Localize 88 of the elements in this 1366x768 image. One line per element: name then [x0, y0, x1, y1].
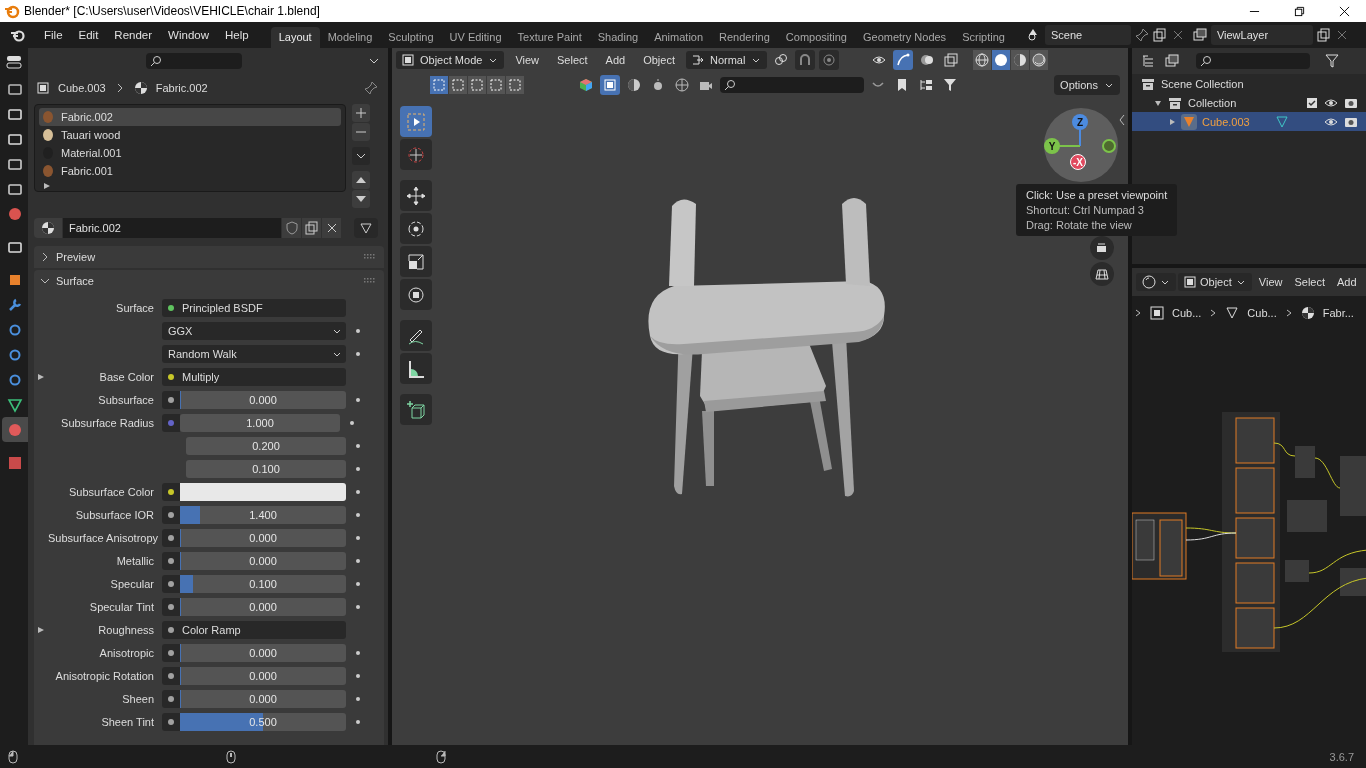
- property-label: Sheen Tint: [100, 715, 155, 728]
- version-label: 3.6.7: [1329, 750, 1354, 763]
- tooltip-line: Drag: Rotate the view: [1026, 219, 1133, 231]
- property-label: Surface: [115, 301, 155, 314]
- menu-item[interactable]: Select: [1289, 276, 1331, 288]
- z-axis-handle[interactable]: Z: [1072, 114, 1088, 130]
- value-slider[interactable]: 0.000: [180, 390, 346, 409]
- material-slot[interactable]: Material.001: [39, 144, 341, 162]
- workspace-tab[interactable]: Sculpting: [380, 27, 442, 48]
- panel-title: Preview: [56, 251, 96, 263]
- workspace-tab[interactable]: Animation: [646, 27, 712, 48]
- workspace-tab[interactable]: Modeling: [319, 27, 381, 48]
- menu-item[interactable]: View: [1253, 276, 1288, 288]
- property-label: Base Color: [98, 370, 155, 383]
- menu-item[interactable]: View: [508, 54, 547, 66]
- value-slider[interactable]: 0.500: [180, 712, 346, 731]
- linked-node-field[interactable]: Multiply: [162, 367, 346, 386]
- workspace-tab[interactable]: Layout: [270, 27, 320, 48]
- menu-item[interactable]: Help: [217, 29, 257, 41]
- tooltip-line: Click: Use a preset viewpoint: [1026, 189, 1168, 201]
- mode-dropdown[interactable]: Object Mode: [396, 51, 505, 69]
- menu-item[interactable]: Edit: [70, 29, 107, 41]
- breadcrumb-item[interactable]: Fabr...: [1322, 307, 1354, 319]
- value-slider[interactable]: 0.000: [180, 551, 346, 570]
- panel-title: Surface: [56, 275, 94, 287]
- menu-item[interactable]: Add: [598, 54, 633, 66]
- workspace-tab[interactable]: Shading: [589, 27, 647, 48]
- workspace-tab[interactable]: Texture Paint: [509, 27, 590, 48]
- material-slot[interactable]: Tauari wood: [39, 126, 341, 144]
- property-label: Roughness: [97, 623, 155, 636]
- x-axis-handle[interactable]: -X: [1070, 154, 1086, 170]
- outliner-item[interactable]: Scene Collection: [1161, 77, 1244, 90]
- linked-node-field[interactable]: Color Ramp: [162, 620, 346, 639]
- property-label: Specular Tint: [88, 600, 155, 613]
- view-layer-field[interactable]: ViewLayer: [1210, 25, 1313, 45]
- property-label: Anisotropic Rotation: [54, 669, 155, 682]
- menu-item[interactable]: Window: [160, 29, 217, 41]
- property-label: Subsurface IOR: [74, 508, 155, 521]
- navigation-gizmo[interactable]: Z Y -X: [1044, 108, 1118, 182]
- material-name-field[interactable]: Fabric.002: [63, 218, 281, 238]
- panel-header[interactable]: Surface: [34, 270, 384, 292]
- panel-header[interactable]: Preview: [34, 246, 384, 268]
- outliner-item[interactable]: Collection: [1188, 96, 1237, 109]
- breadcrumb-item[interactable]: Cube.003: [58, 82, 106, 94]
- linked-node-field[interactable]: Principled BSDF: [162, 298, 346, 317]
- value-slider[interactable]: 0.000: [180, 528, 346, 547]
- object-dropdown[interactable]: Object: [1178, 273, 1252, 291]
- value-slider[interactable]: 0.000: [180, 666, 346, 685]
- menu-item[interactable]: Add: [1332, 276, 1362, 288]
- y-axis-handle[interactable]: Y: [1044, 138, 1060, 154]
- breadcrumb-item[interactable]: Cub...: [1172, 307, 1202, 319]
- property-label: Subsurface Radius: [60, 416, 155, 429]
- property-label: Specular: [109, 577, 155, 590]
- property-label: Metallic: [115, 554, 155, 567]
- menu-item[interactable]: File: [36, 29, 71, 41]
- dropdown[interactable]: Random Walk: [162, 344, 346, 363]
- value-slider[interactable]: 0.000: [180, 597, 346, 616]
- options-dropdown[interactable]: Options: [1054, 75, 1120, 95]
- outliner-item[interactable]: Cube.003: [1202, 115, 1250, 128]
- workspace-tab[interactable]: UV Editing: [441, 27, 510, 48]
- workspace-tab[interactable]: Rendering: [711, 27, 778, 48]
- workspace-tab[interactable]: Scripting: [954, 27, 1013, 48]
- property-label: Subsurface: [97, 393, 155, 406]
- vector-field[interactable]: 1.000: [180, 413, 340, 432]
- workspace-tab[interactable]: Geometry Nodes: [854, 27, 955, 48]
- property-label: Subsurface Color: [68, 485, 155, 498]
- material-slot[interactable]: Fabric.001: [39, 162, 341, 180]
- breadcrumb-item[interactable]: Fabric.002: [155, 82, 208, 94]
- vector-field[interactable]: 0.100: [186, 459, 346, 478]
- value-slider[interactable]: 0.000: [180, 643, 346, 662]
- property-label: Anisotropic: [98, 646, 155, 659]
- material-slot[interactable]: Fabric.002: [39, 108, 341, 126]
- scene-field[interactable]: Scene: [1044, 25, 1131, 45]
- value-slider[interactable]: 0.100: [180, 574, 346, 593]
- property-label: Subsurface Anisotropy: [48, 531, 160, 544]
- menu-item[interactable]: Render: [106, 29, 161, 41]
- orientation-dropdown[interactable]: Normal: [686, 51, 768, 69]
- workspace-tab[interactable]: Compositing: [777, 27, 855, 48]
- vector-field[interactable]: 0.200: [186, 436, 346, 455]
- breadcrumb-item[interactable]: Cub...: [1247, 307, 1277, 319]
- window-title: Blender* [C:\Users\user\Videos\VEHICLE\chair 1.blend]: [24, 4, 320, 18]
- tooltip-line: Shortcut: Ctrl Numpad 3: [1026, 204, 1145, 216]
- menu-item[interactable]: Object: [636, 54, 682, 66]
- menu-item[interactable]: Select: [550, 54, 595, 66]
- property-label: Sheen: [121, 692, 155, 705]
- value-slider[interactable]: 0.000: [180, 689, 346, 708]
- dropdown[interactable]: GGX: [162, 321, 346, 340]
- value-slider[interactable]: 1.400: [180, 505, 346, 524]
